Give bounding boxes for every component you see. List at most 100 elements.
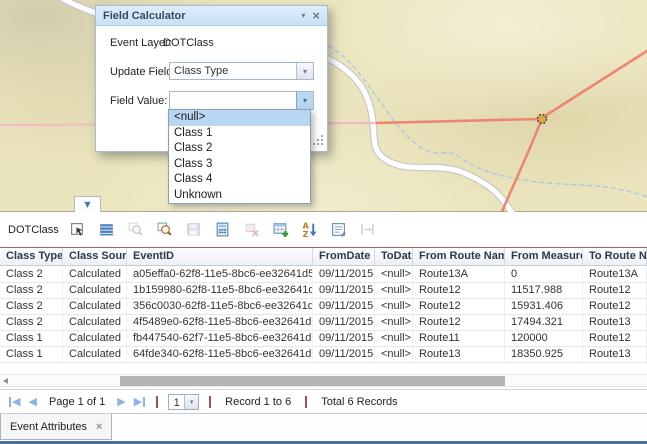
svg-text:Z: Z [302,230,308,238]
event-layer-value: DOTClass [163,37,214,49]
separator [209,396,211,408]
table-cell: 120000 [505,331,583,346]
dialog-titlebar[interactable]: Field Calculator ▾ × [96,6,327,26]
field-value-dropdown-list: <null>Class 1Class 2Class 3Class 4Unknow… [168,109,311,204]
tab-label: Event Attributes [10,421,87,433]
table-cell: Route13 [583,347,647,362]
chevron-down-icon[interactable]: ▾ [296,63,313,79]
next-page-button[interactable]: ▶ [117,396,125,407]
layer-name-label: DOTClass [8,224,59,236]
table-cell: <null> [375,347,413,362]
dropdown-option[interactable]: Unknown [169,188,310,204]
scrollbar-thumb[interactable] [120,376,505,386]
table-cell: Route11 [413,331,505,346]
table-cell: Calculated [63,283,127,298]
dialog-resize-grip[interactable] [313,135,324,148]
table-cell: Class 2 [0,283,63,298]
column-header[interactable]: ToDate [375,248,413,265]
next-page-icon: ▶ [117,396,125,407]
page-number-select[interactable]: 1 ▾ [168,394,199,410]
dropdown-option[interactable]: Class 3 [169,157,310,173]
dropdown-option[interactable]: <null> [169,110,310,126]
column-header[interactable]: To Route Name [583,248,647,265]
column-header[interactable]: FromDate [313,248,375,265]
previous-page-icon: ◀ [28,396,36,407]
table-cell: Route12 [583,299,647,314]
select-records-icon[interactable] [69,221,86,238]
table-row[interactable]: Class 2Calculated356c0030-62f8-11e5-8bc6… [0,299,647,315]
table-cell: Class 1 [0,331,63,346]
update-field-select[interactable]: Class Type ▾ [169,62,314,80]
table-cell: Calculated [63,267,127,282]
page-number-value: 1 [169,395,184,409]
add-records-icon[interactable] [272,221,289,238]
table-cell: Calculated [63,331,127,346]
dialog-close-icon[interactable]: × [312,11,320,21]
table-cell: 18350.925 [505,347,583,362]
table-cell: Class 1 [0,347,63,362]
table-row[interactable]: Class 2Calculated4f5489e0-62f8-11e5-8bc6… [0,315,647,331]
field-calculator-icon[interactable] [214,221,231,238]
table-cell: Calculated [63,347,127,362]
event-point-marker [538,115,547,124]
fit-columns-icon[interactable] [359,221,376,238]
attribute-table-panel: DOTClass AZ Class TypeClass SourceEventI… [0,212,647,413]
separator [305,396,307,408]
column-header[interactable]: Class Type [0,248,63,265]
chevron-down-icon[interactable]: ▾ [296,92,313,109]
tab-event-attributes[interactable]: Event Attributes × [0,414,112,440]
last-page-button[interactable]: ▶ [134,396,146,407]
tab-close-icon[interactable]: × [96,421,102,433]
table-cell: Class 2 [0,299,63,314]
chevron-down-icon[interactable]: ▾ [184,395,198,409]
table-row[interactable]: Class 1Calculatedfb447540-62f7-11e5-8bc6… [0,331,647,347]
table-cell: 0 [505,267,583,282]
table-cell: Route12 [413,283,505,298]
zoom-to-record-icon[interactable] [156,221,173,238]
table-cell: 15931.406 [505,299,583,314]
total-records-label: Total 6 Records [321,396,397,408]
first-page-icon: ◀ [12,396,20,407]
table-row[interactable]: Class 1Calculated64fde340-62f8-11e5-8bc6… [0,347,647,363]
table-cell: 09/11/2015 [313,299,375,314]
table-row[interactable]: Class 2Calculateda05effa0-62f8-11e5-8bc6… [0,267,647,283]
table-cell: Route12 [583,283,647,298]
dialog-collapse-icon[interactable]: ▾ [301,11,305,20]
save-icon[interactable] [185,221,202,238]
dropdown-option[interactable]: Class 1 [169,126,310,142]
scroll-left-icon[interactable] [3,378,8,384]
table-cell: <null> [375,331,413,346]
first-page-button[interactable]: ◀ [8,396,20,407]
table-cell: <null> [375,315,413,330]
table-cell: Class 2 [0,267,63,282]
previous-page-button[interactable]: ◀ [28,396,36,407]
show-table-icon[interactable] [98,221,115,238]
horizontal-scrollbar[interactable] [0,374,647,387]
column-header[interactable]: Class Source [63,248,127,265]
clear-selection-icon[interactable] [243,221,260,238]
sort-icon[interactable]: AZ [301,221,318,238]
record-range-label: Record 1 to 6 [225,396,291,408]
table-cell: Route13A [583,267,647,282]
dropdown-option[interactable]: Class 4 [169,172,310,188]
last-page-icon: ▶ [134,396,142,407]
collapse-table-button[interactable]: ▼ [74,196,101,212]
page-count-label: Page 1 of 1 [49,396,105,408]
table-cell: 09/11/2015 [313,267,375,282]
column-header[interactable]: From Measure [505,248,583,265]
column-header[interactable]: From Route Name [413,248,505,265]
bottom-tab-bar: Event Attributes × [0,413,647,444]
table-cell: Route12 [413,315,505,330]
zoom-to-selected-icon[interactable] [127,221,144,238]
field-value-select[interactable]: ▾ [169,91,314,110]
table-row[interactable]: Class 2Calculated1b159980-62f8-11e5-8bc6… [0,283,647,299]
dropdown-option[interactable]: Class 2 [169,141,310,157]
table-body: Class 2Calculateda05effa0-62f8-11e5-8bc6… [0,267,647,363]
table-cell: Route13 [583,315,647,330]
table-cell: a05effa0-62f8-11e5-8bc6-ee32641d5ec9 [127,267,313,282]
attributes-window-icon[interactable] [330,221,347,238]
table-cell: 4f5489e0-62f8-11e5-8bc6-ee32641d5ec9 [127,315,313,330]
column-header[interactable]: EventID [127,248,313,265]
table-cell: 11517.988 [505,283,583,298]
table-cell: 17494.321 [505,315,583,330]
